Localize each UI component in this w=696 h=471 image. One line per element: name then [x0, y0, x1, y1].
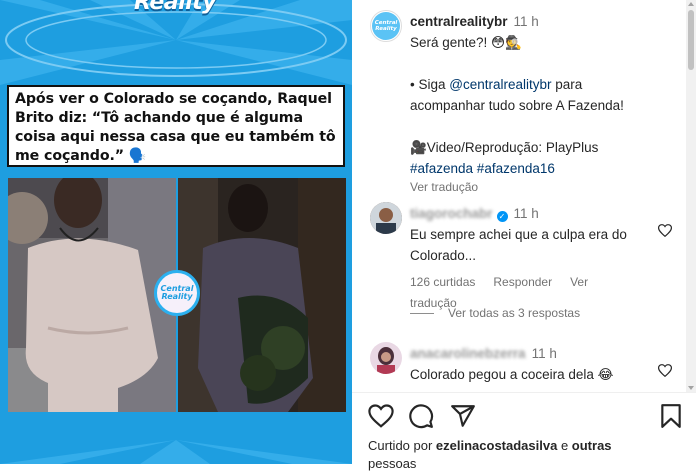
- comment-body: tiagorochabr ✓ 11 h Eu sempre achei que a …: [410, 203, 645, 314]
- brand-logo-text: Reality: [133, 0, 217, 15]
- comment-body: anacarolinebzerra 11 h Colorado pegou a c…: [410, 343, 645, 385]
- scrollbar-thumb[interactable]: [688, 10, 694, 70]
- commenter-avatar[interactable]: [370, 342, 402, 374]
- heart-icon[interactable]: [368, 403, 394, 429]
- avatar-logo-text: Central Reality: [374, 20, 398, 32]
- caption-line-1: Será gente?! 😳🕵️: [410, 35, 522, 50]
- comment-text: Eu sempre achei que a culpa era do Color…: [410, 227, 627, 263]
- commenter-username[interactable]: tiagorochabr: [410, 206, 493, 221]
- view-replies[interactable]: Ver todas as 3 respostas: [410, 306, 580, 320]
- scrollbar[interactable]: [686, 0, 696, 392]
- reply-button[interactable]: Responder: [493, 275, 552, 289]
- see-translation-link[interactable]: Ver tradução: [410, 179, 680, 195]
- post-author-username[interactable]: centralrealitybr: [410, 14, 508, 29]
- post-actions-bar: [352, 392, 696, 464]
- comment-icon[interactable]: [408, 403, 434, 429]
- avatar-logo: Central Reality: [372, 12, 400, 40]
- scroll-down-icon[interactable]: [688, 386, 694, 390]
- post-time[interactable]: 11 h: [514, 14, 539, 29]
- liked-by-text: Curtido por ezelinacostadasilva e outras: [368, 438, 612, 453]
- commenter-avatar[interactable]: [370, 202, 402, 234]
- comment-like-heart-icon[interactable]: [658, 224, 672, 237]
- headline-box: Após ver o Colorado se coçando, Raquel B…: [7, 85, 345, 167]
- central-reality-badge: Central Reality: [154, 270, 200, 316]
- replies-dash: [410, 312, 434, 314]
- caption-line-credit: 🎥Video/Reprodução: PlayPlus: [410, 140, 599, 155]
- liked-by-suffix: e: [557, 438, 572, 453]
- brand-logo: Reality: [110, 0, 240, 22]
- post-caption: centralrealitybr 11 h Será gente?! 😳🕵️ • …: [410, 11, 680, 195]
- liked-by-user[interactable]: ezelinacostadasilva: [436, 438, 557, 453]
- view-replies-label[interactable]: Ver todas as 3 respostas: [448, 306, 580, 320]
- photo-right: [178, 178, 346, 412]
- comment-text: Colorado pegou a coceira dela 😂: [410, 367, 614, 382]
- scroll-up-icon[interactable]: [688, 2, 694, 6]
- bookmark-icon[interactable]: [658, 403, 684, 429]
- hashtag-links[interactable]: #afazenda #afazenda16: [410, 158, 680, 179]
- post-media[interactable]: Reality Após ver o Colorado se coçando, …: [0, 0, 352, 464]
- caption-line-follow: • Siga @centralrealitybr para: [410, 74, 680, 95]
- comment-time[interactable]: 11 h: [514, 206, 539, 221]
- share-icon[interactable]: [450, 403, 476, 429]
- photo-left: [8, 178, 176, 412]
- headline-text: Após ver o Colorado se coçando, Raquel B…: [15, 91, 336, 164]
- mention-link[interactable]: @centralrealitybr: [449, 77, 551, 92]
- comment-time[interactable]: 11 h: [532, 346, 557, 361]
- comment-like-heart-icon[interactable]: [658, 364, 672, 377]
- liked-by-others[interactable]: outras: [572, 438, 612, 453]
- badge-text: Central Reality: [160, 284, 194, 301]
- mention-suffix: para: [551, 77, 583, 92]
- caption-follow-text: • Siga: [410, 77, 450, 92]
- post-author-avatar[interactable]: Central Reality: [370, 10, 402, 42]
- comment-likes[interactable]: 126 curtidas: [410, 275, 475, 289]
- verified-icon: ✓: [496, 211, 508, 222]
- commenter-username[interactable]: anacarolinebzerra: [410, 346, 526, 361]
- liked-by-prefix: Curtido por: [368, 438, 436, 453]
- comments-scroll-area[interactable]: Central Reality centralrealitybr 11 h Ser…: [352, 0, 686, 392]
- caption-line-3: acompanhar tudo sobre A Fazenda!: [410, 98, 624, 113]
- comments-panel: Central Reality centralrealitybr 11 h Ser…: [352, 0, 696, 471]
